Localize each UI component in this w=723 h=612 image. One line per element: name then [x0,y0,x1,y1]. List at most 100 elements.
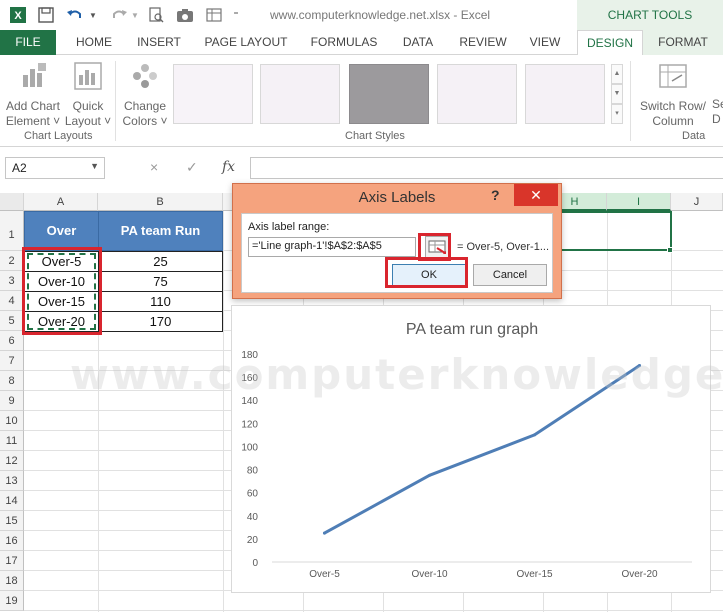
row-header-1[interactable]: 1 [0,211,24,251]
help-icon[interactable]: ? [491,187,500,203]
gallery-scroll-up-icon[interactable]: ▲ [611,64,623,84]
gridline [223,211,224,612]
switch-row-column-button[interactable]: Switch Row/ Column [636,61,710,129]
chart-tools-label: CHART TOOLS [577,0,723,30]
svg-text:X: X [14,10,22,22]
tab-format[interactable]: FORMAT [648,30,718,55]
row-header-4[interactable]: 4 [0,291,24,311]
add-chart-element-icon [4,61,62,95]
formula-input[interactable] [250,157,723,179]
row-header-12[interactable]: 12 [0,451,24,471]
chart-style-1[interactable] [173,64,253,124]
row-header-18[interactable]: 18 [0,571,24,591]
redo-dropdown-icon[interactable]: ▼ [130,5,140,25]
tab-insert[interactable]: INSERT [130,30,188,55]
insert-function-icon[interactable]: fx [222,159,235,175]
row-header-15[interactable]: 15 [0,511,24,531]
customize-toolbar-icon[interactable]: ⁼ [230,5,242,25]
name-box-dropdown-icon[interactable]: ▼ [90,161,99,171]
row-header-7[interactable]: 7 [0,351,24,371]
chart-style-4[interactable] [437,64,517,124]
print-preview-icon[interactable] [146,5,166,25]
watermark-text: www.computerknowledge.net [70,350,723,399]
row-header-3[interactable]: 3 [0,271,24,291]
undo-icon[interactable] [64,5,86,25]
tab-file[interactable]: FILE [0,30,56,55]
x-tick-label: Over-20 [621,569,658,580]
select-all-corner[interactable] [0,193,24,211]
cancel-formula-icon[interactable]: × [150,159,158,175]
row-header-17[interactable]: 17 [0,551,24,571]
x-tick-label: Over-10 [411,569,448,580]
fill-handle[interactable] [667,247,673,253]
tab-formulas[interactable]: FORMULAS [304,30,384,55]
cancel-button[interactable]: Cancel [473,264,547,286]
row-header-19[interactable]: 19 [0,591,24,611]
quick-layout-button[interactable]: Quick Layout ˅ [64,61,112,129]
axis-labels-dialog: Axis Labels ? ✕ Axis label range: ='Line… [232,183,562,299]
line-chart[interactable]: PA team run graph 0 20 40 60 80 100 120 140 160 18… [231,305,711,593]
chart-style-2[interactable] [260,64,340,124]
tab-review[interactable]: REVIEW [452,30,514,55]
row-header-10[interactable]: 10 [0,411,24,431]
table-cell[interactable]: 75 [98,271,223,292]
tab-view[interactable]: VIEW [520,30,570,55]
camera-icon[interactable] [174,5,196,25]
row-header-11[interactable]: 11 [0,431,24,451]
table-cell[interactable]: 110 [98,291,223,312]
data-group-label: Data [682,130,706,142]
row-header-2[interactable]: 2 [0,251,24,271]
row-header-14[interactable]: 14 [0,491,24,511]
change-colors-button[interactable]: Change Colors ˅ [120,61,170,129]
y-tick-label: 80 [247,466,259,477]
group-separator [115,61,116,141]
undo-dropdown-icon[interactable]: ▼ [88,5,98,25]
row-header-9[interactable]: 9 [0,391,24,411]
enter-formula-icon[interactable]: ✓ [186,159,198,176]
row-header-5[interactable]: 5 [0,311,24,331]
chart-layouts-group-label: Chart Layouts [24,130,93,142]
add-chart-element-button[interactable]: Add Chart Element ˅ [4,61,62,129]
table-header-over[interactable]: Over [24,211,99,251]
window-title: www.computerknowledge.net.xlsx - Excel [270,8,491,22]
data-point [428,473,431,477]
select-data-button[interactable]: Se D [712,97,723,127]
column-header-a[interactable]: A [24,193,98,211]
close-button[interactable]: ✕ [514,184,558,206]
range-preview-text: = Over-5, Over-1... [457,241,549,253]
ok-button[interactable]: OK [392,264,466,286]
y-tick-label: 20 [247,535,259,546]
table-cell[interactable]: 25 [98,251,223,272]
chart-style-5[interactable] [525,64,605,124]
collapse-dialog-button[interactable] [425,236,449,258]
tab-page-layout[interactable]: PAGE LAYOUT [198,30,294,55]
redo-icon[interactable] [108,5,130,25]
change-colors-icon [120,61,170,95]
x-tick-label: Over-5 [309,569,340,580]
save-icon[interactable] [36,5,56,25]
column-header-j[interactable]: J [671,193,723,211]
gallery-scroll-down-icon[interactable]: ▼ [611,84,623,104]
gallery-more-icon[interactable]: ▾ [611,104,623,124]
column-header-b[interactable]: B [98,193,223,211]
row-header-8[interactable]: 8 [0,371,24,391]
ribbon-tabs: FILE HOME INSERT PAGE LAYOUT FORMULAS DA… [0,30,723,56]
chart-title: PA team run graph [406,321,538,338]
row-header-16[interactable]: 16 [0,531,24,551]
tab-design[interactable]: DESIGN [577,30,643,56]
chart-style-3[interactable] [349,64,429,124]
name-box[interactable]: A2 ▼ [5,157,105,179]
row-header-6[interactable]: 6 [0,331,24,351]
tab-data[interactable]: DATA [392,30,444,55]
table-header-pa-team-run[interactable]: PA team Run [98,211,223,251]
axis-label-range-input[interactable]: ='Line graph-1'!$A$2:$A$5 [248,237,416,257]
table-cell[interactable]: 170 [98,311,223,332]
tab-home[interactable]: HOME [66,30,122,55]
y-tick-label: 60 [247,489,259,500]
dialog-body: Axis label range: ='Line graph-1'!$A$2:$… [241,213,553,293]
row-header-13[interactable]: 13 [0,471,24,491]
y-tick-label: 40 [247,512,259,523]
format-painter-icon[interactable] [204,5,224,25]
switch-row-column-icon [636,61,710,95]
column-header-i[interactable]: I [607,193,671,211]
